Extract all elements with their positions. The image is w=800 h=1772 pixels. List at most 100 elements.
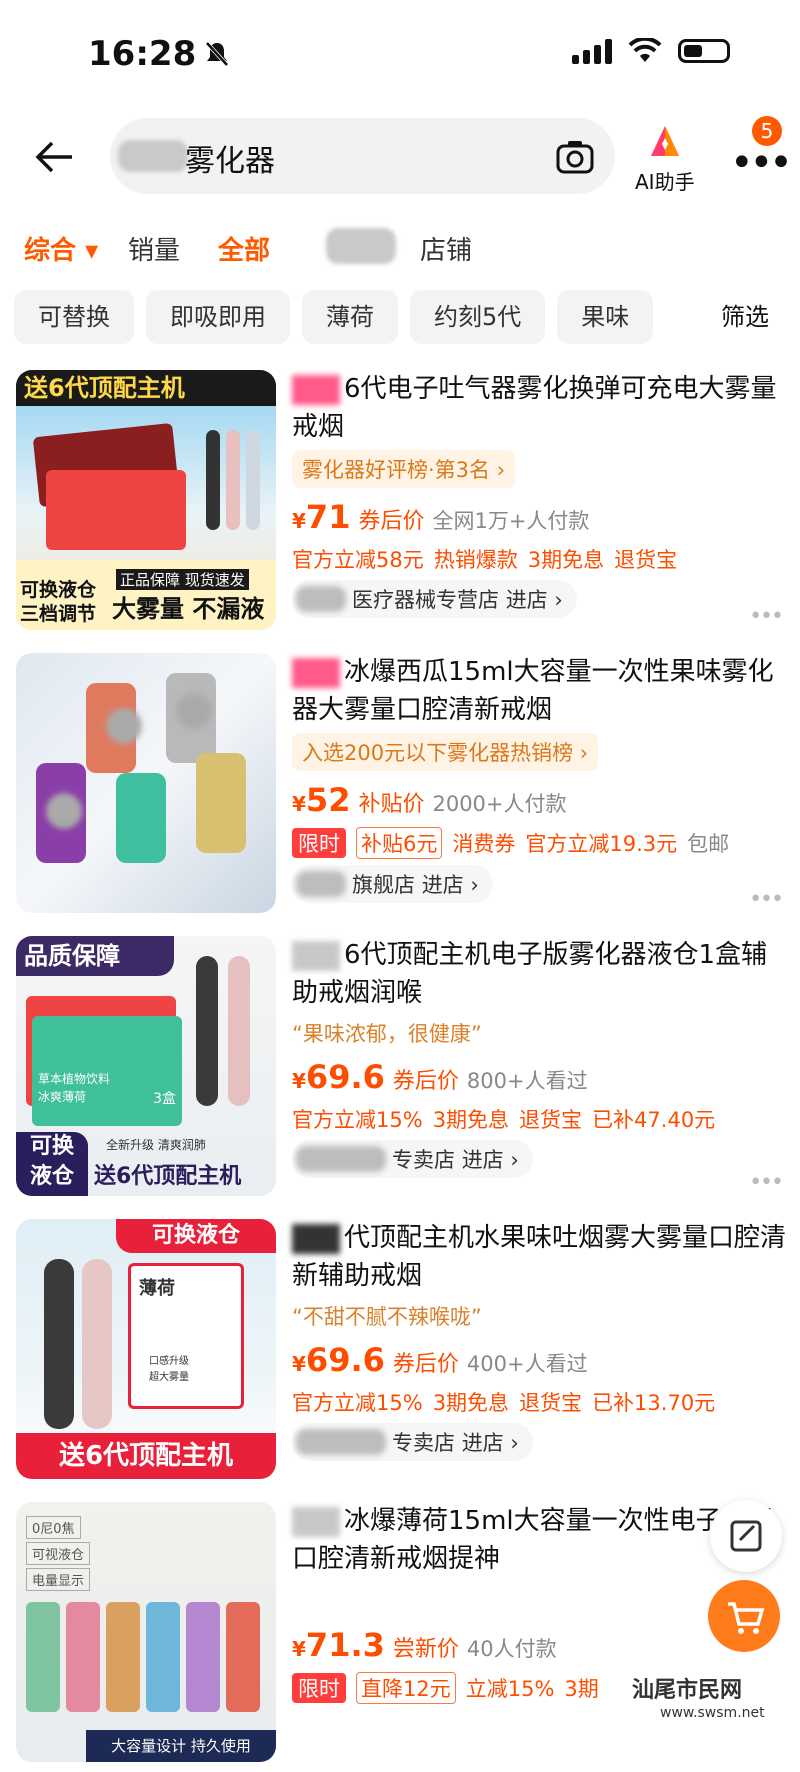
bottom-text: 送6代顶配主机 [94, 1164, 242, 1189]
product-image[interactable] [16, 653, 276, 913]
price-label: 券后价 [392, 1069, 459, 1094]
filter-button[interactable]: 筛选 [690, 290, 800, 344]
limited-time-tag: 限时 [292, 828, 346, 858]
sort-all[interactable]: 全部 [218, 230, 270, 267]
search-header: 雾化器 AI助手 ••• 5 [0, 110, 800, 200]
redacted-shop-name [296, 586, 346, 612]
clock: 16:28 [88, 34, 230, 74]
product-title[interactable]: 6代顶配主机电子版雾化器液仓1盒辅助戒烟润喉 [292, 936, 787, 1012]
search-query: 雾化器 [185, 144, 275, 179]
bottom-text: 大容量设计 持久使用 [86, 1730, 276, 1762]
disposable-device [146, 1602, 180, 1712]
product-card[interactable]: 品质保障 草本植物饮料 冰爽薄荷 3盒 全新升级 清爽润肺 可换 液仓 送6代顶… [0, 936, 800, 1206]
promo-tags: 官方立减15% 3期免息 退货宝 已补13.70元 [292, 1391, 716, 1415]
product-image[interactable]: 可换液仓 薄荷 口感升级 超大雾量 送6代顶配主机 [16, 1219, 276, 1479]
cart-icon [728, 1602, 765, 1634]
shop-link[interactable]: 专卖店 进店 › [292, 1140, 533, 1178]
bottom-text: 送6代顶配主机 [16, 1433, 276, 1479]
chip-instant-use[interactable]: 即吸即用 [146, 290, 290, 344]
ai-assistant-button[interactable]: AI助手 [635, 122, 695, 195]
filter-chips: 可替换 即吸即用 薄荷 约刻5代 果味 [14, 290, 654, 346]
sort-comprehensive[interactable]: 综合 ▾ [24, 230, 98, 267]
device [196, 956, 218, 1106]
device [228, 956, 250, 1106]
notification-badge: 5 [752, 116, 782, 146]
price: ¥69.6 [292, 1341, 385, 1379]
liquid-box: 草本植物饮料 冰爽薄荷 3盒 [32, 1016, 182, 1126]
watermark-logo: 汕尾市民网 [632, 1678, 743, 1703]
bottom-text: 大雾量 不漏液 [112, 595, 265, 623]
product-card[interactable]: 0尼0焦 可视液仓 电量显示 大容量设计 持久使用 冰爆薄荷15ml大容量一次性… [0, 1502, 800, 1772]
shop-link[interactable]: 医疗器械专营店 进店 › [292, 580, 577, 618]
promo-tags: 官方立减15% 3期免息 退货宝 已补47.40元 [292, 1108, 716, 1132]
more-options-icon[interactable]: ••• [749, 887, 784, 912]
redacted-text [118, 140, 188, 172]
sort-sales[interactable]: 销量 [128, 230, 180, 267]
redacted-sort-item [326, 228, 396, 264]
chip-replaceable[interactable]: 可替换 [14, 290, 134, 344]
redacted-logo [46, 793, 82, 829]
product-card[interactable]: 送6代顶配主机 可换液仓 三档调节 正品保障 现货速发 大雾量 不漏液 6代电子… [0, 370, 800, 640]
redacted-logo [106, 708, 142, 744]
more-options-icon[interactable]: ••• [749, 604, 784, 629]
feature-label: 电量显示 [26, 1568, 91, 1591]
ai-sparkle-icon [650, 126, 679, 156]
banner-text: 品质保障 [16, 936, 174, 976]
banner-text: 送6代顶配主机 [16, 370, 276, 406]
badge-text: 可换 液仓 [16, 1132, 88, 1196]
badge-text: 可换液仓 三档调节 [20, 579, 97, 625]
disposable-device [116, 773, 166, 863]
camera-icon[interactable] [555, 136, 595, 176]
redacted-text [292, 940, 340, 971]
search-input[interactable]: 雾化器 [110, 118, 615, 194]
promo-tags: 限时 补贴6元 消费券 官方立减19.3元 包邮 [292, 827, 787, 859]
redacted-shop-name [296, 1146, 386, 1172]
device [206, 430, 220, 530]
cart-button[interactable] [708, 1580, 780, 1652]
product-title[interactable]: 代顶配主机水果味吐烟雾大雾量口腔清新辅助戒烟 [292, 1219, 787, 1295]
product-image[interactable]: 品质保障 草本植物饮料 冰爽薄荷 3盒 全新升级 清爽润肺 可换 液仓 送6代顶… [16, 936, 276, 1196]
tag-text: 正品保障 现货速发 [116, 569, 249, 590]
ranking-badge[interactable]: 入选200元以下雾化器热销榜 › [292, 733, 599, 771]
device [226, 430, 240, 530]
product-title[interactable]: 冰爆西瓜15ml大容量一次性果味雾化器大雾量口腔清新戒烟 [292, 653, 787, 729]
status-bar: 16:28 [0, 0, 800, 100]
disposable-device [66, 1602, 100, 1712]
subsidy-tag: 直降12元 [356, 1672, 456, 1704]
device [82, 1259, 112, 1429]
sales-count: 全网1万+人付款 [432, 509, 590, 533]
silent-bell-icon [205, 41, 229, 67]
ai-assistant-label: AI助手 [635, 170, 695, 194]
redacted-shop-name [296, 871, 346, 897]
chip-gen5[interactable]: 约刻5代 [410, 290, 546, 344]
back-arrow-icon[interactable] [30, 132, 80, 182]
chip-mint[interactable]: 薄荷 [302, 290, 398, 344]
shop-link[interactable]: 旗舰店 进店 › [292, 865, 493, 903]
product-title[interactable]: 6代电子吐气器雾化换弹可充电大雾量戒烟 [292, 370, 787, 446]
price-label: 补贴价 [358, 792, 425, 817]
disposable-device [196, 753, 246, 853]
edit-icon [730, 1520, 762, 1552]
liquid-box [46, 470, 186, 550]
price: ¥69.6 [292, 1058, 385, 1096]
more-options-icon[interactable]: ••• [749, 1170, 784, 1195]
subsidy-tag: 补贴6元 [356, 827, 443, 859]
price: ¥71 [292, 498, 351, 536]
redacted-logo [176, 693, 212, 729]
product-image[interactable]: 送6代顶配主机 可换液仓 三档调节 正品保障 现货速发 大雾量 不漏液 [16, 370, 276, 630]
product-card[interactable]: 可换液仓 薄荷 口感升级 超大雾量 送6代顶配主机 代顶配主机水果味吐烟雾大雾量… [0, 1219, 800, 1489]
battery-icon [678, 39, 730, 63]
cellular-signal-icon [572, 38, 612, 64]
feedback-button[interactable] [710, 1500, 782, 1572]
more-menu-icon[interactable]: ••• [730, 140, 793, 186]
price-label: 券后价 [392, 1352, 459, 1377]
banner-text: 可换液仓 [116, 1219, 276, 1253]
shop-link[interactable]: 专卖店 进店 › [292, 1423, 533, 1461]
chip-fruity[interactable]: 果味 [557, 290, 654, 344]
feature-label: 可视液仓 [26, 1542, 91, 1565]
sort-shop[interactable]: 店铺 [420, 230, 472, 267]
product-image[interactable]: 0尼0焦 可视液仓 电量显示 大容量设计 持久使用 [16, 1502, 276, 1762]
product-card[interactable]: 冰爆西瓜15ml大容量一次性果味雾化器大雾量口腔清新戒烟 入选200元以下雾化器… [0, 653, 800, 923]
feature-label: 0尼0焦 [26, 1516, 81, 1539]
ranking-badge[interactable]: 雾化器好评榜·第3名 › [292, 450, 516, 488]
